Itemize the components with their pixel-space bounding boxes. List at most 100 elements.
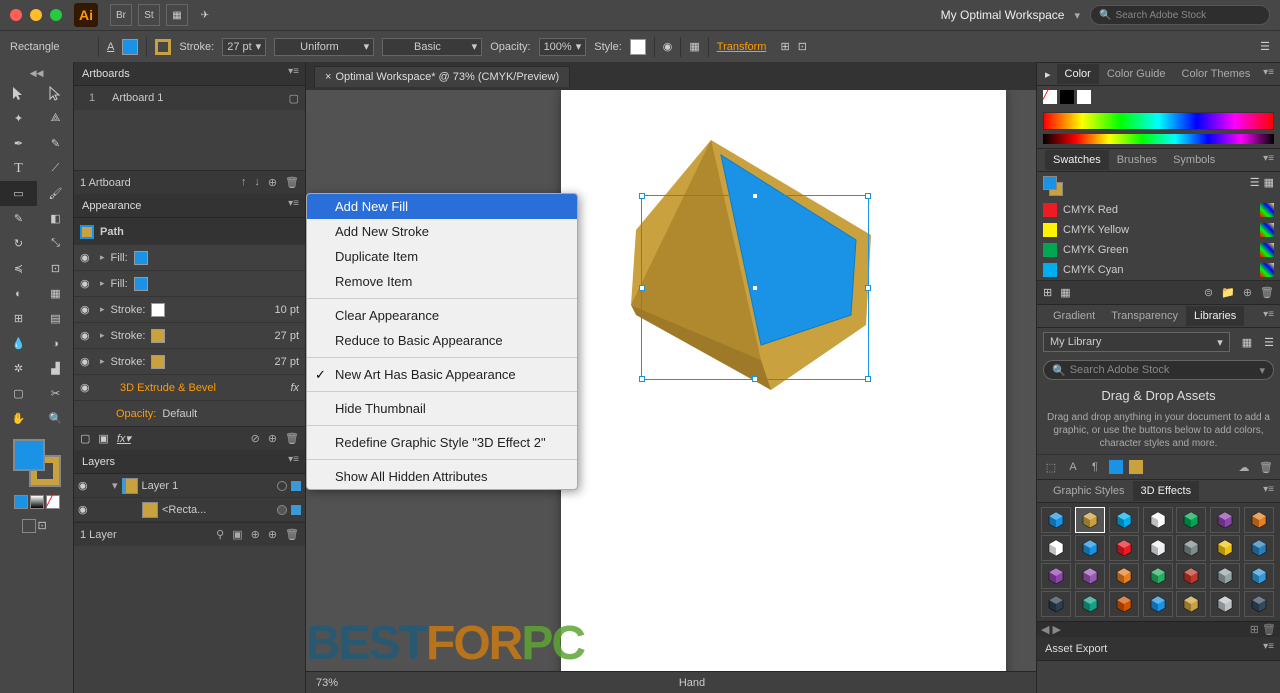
curvature-tool[interactable]: ✎ — [37, 131, 74, 156]
lasso-tool[interactable]: ⟁ — [37, 106, 74, 131]
style-thumbnail[interactable] — [1210, 591, 1240, 617]
style-thumbnail[interactable] — [1143, 591, 1173, 617]
stock-icon[interactable]: St — [138, 4, 160, 26]
shaper-tool[interactable]: ✎ — [0, 206, 37, 231]
selection-tool[interactable] — [0, 81, 37, 106]
color-mode-button[interactable] — [14, 495, 28, 509]
style-thumbnail[interactable] — [1041, 563, 1071, 589]
expand-icon[interactable]: ▸ — [100, 278, 105, 289]
gradient-mode-button[interactable] — [30, 495, 44, 509]
free-transform-tool[interactable]: ⊡ — [37, 256, 74, 281]
library-search[interactable]: 🔍Search Adobe Stock▾ — [1043, 360, 1274, 380]
appearance-row[interactable]: ◉ ▸ Fill: — [74, 244, 305, 270]
move-up-icon[interactable]: ↑ — [241, 176, 247, 189]
swatch-fill-stroke[interactable] — [1043, 176, 1063, 196]
tab-3d-effects[interactable]: 3D Effects — [1133, 481, 1200, 501]
blend-tool[interactable]: ◑ — [37, 331, 74, 356]
artboard-item[interactable]: 1 Artboard 1 ▢ — [74, 86, 305, 110]
style-thumbnail[interactable] — [1109, 591, 1139, 617]
normal-screen-button[interactable] — [22, 519, 36, 533]
options-menu-icon[interactable]: ☰ — [1260, 40, 1270, 53]
style-thumbnail[interactable] — [1109, 535, 1139, 561]
maximize-window-button[interactable] — [50, 9, 62, 21]
style-thumbnail[interactable] — [1176, 563, 1206, 589]
hand-tool[interactable]: ✋ — [0, 406, 37, 431]
canvas[interactable]: Add New FillAdd New StrokeDuplicate Item… — [306, 90, 1036, 671]
transform-link[interactable]: Transform — [717, 41, 767, 53]
white-swatch[interactable] — [1077, 90, 1091, 104]
attr-swatch[interactable] — [151, 303, 165, 317]
paintbrush-tool[interactable]: 🖌 — [37, 181, 74, 206]
visibility-icon[interactable]: ◉ — [80, 329, 94, 343]
context-menu-item[interactable]: Reduce to Basic Appearance — [307, 328, 577, 353]
style-thumbnail[interactable] — [1244, 563, 1274, 589]
zoom-tool[interactable]: 🔍 — [37, 406, 74, 431]
tab-color-guide[interactable]: Color Guide — [1099, 64, 1174, 84]
clip-icon[interactable]: ⊡ — [798, 40, 807, 53]
text-icon[interactable]: A — [107, 41, 114, 53]
style-thumbnail[interactable] — [1176, 535, 1206, 561]
target-icon[interactable] — [277, 481, 287, 491]
style-thumbnail[interactable] — [1244, 591, 1274, 617]
fullscreen-button[interactable]: ⊡ — [38, 519, 52, 533]
visibility-icon[interactable]: ◉ — [80, 251, 94, 265]
close-tab-icon[interactable]: × — [325, 71, 331, 83]
lib-add-graphic-icon[interactable]: ⬚ — [1043, 459, 1059, 475]
opacity-input[interactable]: 100%▾ — [539, 38, 587, 56]
bridge-icon[interactable]: Br — [110, 4, 132, 26]
style-thumbnail[interactable] — [1210, 563, 1240, 589]
tab-transparency[interactable]: Transparency — [1103, 306, 1186, 326]
clip-icon[interactable]: ▣ — [232, 528, 242, 541]
context-menu-item[interactable]: Add New Stroke — [307, 219, 577, 244]
tab-gradient[interactable]: Gradient — [1045, 306, 1103, 326]
style-thumbnail[interactable] — [1210, 507, 1240, 533]
context-menu-item[interactable]: ✓New Art Has Basic Appearance — [307, 362, 577, 387]
attr-swatch[interactable] — [151, 329, 165, 343]
style-thumbnail[interactable] — [1176, 507, 1206, 533]
new-layer-icon[interactable]: ⊕ — [268, 528, 277, 541]
locate-icon[interactable]: ⚲ — [216, 528, 224, 541]
style-thumbnail[interactable] — [1244, 535, 1274, 561]
new-stroke-icon[interactable]: ▣ — [98, 432, 108, 445]
new-group-icon[interactable]: 📁 — [1221, 286, 1235, 299]
appearance-row[interactable]: ◉ ▸ Stroke: 27 pt — [74, 322, 305, 348]
swatch-menu-icon[interactable]: ▦ — [1060, 286, 1070, 299]
context-menu-item[interactable]: Hide Thumbnail — [307, 396, 577, 421]
gpu-icon[interactable]: ✈ — [194, 4, 216, 26]
style-thumbnail[interactable] — [1176, 591, 1206, 617]
perspective-tool[interactable]: ▦ — [37, 281, 74, 306]
brush-dropdown[interactable]: Basic▾ — [382, 38, 482, 56]
style-thumbnail[interactable] — [1109, 507, 1139, 533]
direct-selection-tool[interactable] — [37, 81, 74, 106]
new-artboard-icon[interactable]: ⊕ — [268, 176, 277, 189]
visibility-icon[interactable]: ◉ — [78, 503, 92, 517]
rotate-tool[interactable]: ↻ — [0, 231, 37, 256]
grid-view-icon[interactable]: ▦ — [1264, 176, 1274, 196]
style-thumbnail[interactable] — [1041, 535, 1071, 561]
new-fill-icon[interactable]: ▢ — [80, 432, 90, 445]
attr-swatch[interactable] — [134, 251, 148, 265]
lib-delete-icon[interactable]: 🗑 — [1258, 459, 1274, 475]
panel-menu-icon[interactable]: ▾≡ — [1263, 153, 1274, 164]
swatch-item[interactable]: CMYK Green — [1037, 240, 1280, 260]
width-tool[interactable]: ≼ — [0, 256, 37, 281]
lib-add-fill-icon[interactable] — [1109, 460, 1123, 474]
style-thumbnail[interactable] — [1244, 507, 1274, 533]
library-dropdown[interactable]: My Library▾ — [1043, 332, 1230, 352]
magic-wand-tool[interactable]: ✦ — [0, 106, 37, 131]
appearance-row[interactable]: ◉ ▸ Stroke: 27 pt — [74, 348, 305, 374]
panel-menu-icon[interactable]: ▾≡ — [288, 454, 299, 465]
gradient-tool[interactable]: ▤ — [37, 306, 74, 331]
style-thumbnail[interactable] — [1210, 535, 1240, 561]
appearance-row[interactable]: ◉ ▸ Fill: — [74, 270, 305, 296]
attr-swatch[interactable] — [151, 355, 165, 369]
layer-row[interactable]: ◉ <Recta... — [74, 498, 305, 522]
visibility-icon[interactable]: ◉ — [80, 381, 94, 395]
mesh-tool[interactable]: ⊞ — [0, 306, 37, 331]
shape-builder-tool[interactable]: ◐ — [0, 281, 37, 306]
scale-tool[interactable]: ⤡ — [37, 231, 74, 256]
context-menu-item[interactable]: Remove Item — [307, 269, 577, 294]
expand-icon[interactable]: ▸ — [100, 304, 105, 315]
style-thumbnail[interactable] — [1109, 563, 1139, 589]
tab-brushes[interactable]: Brushes — [1109, 150, 1165, 170]
